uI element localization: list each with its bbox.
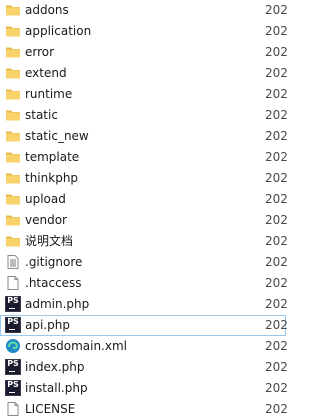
file-name: .htaccess	[25, 276, 82, 290]
file-date: 202	[265, 402, 288, 416]
file-name: template	[25, 150, 80, 164]
file-row[interactable]: static 202	[0, 105, 288, 126]
file-name: LICENSE	[25, 402, 76, 416]
file-date: 202	[265, 108, 288, 122]
file-date: 202	[265, 297, 288, 311]
file-row[interactable]: template 202	[0, 147, 288, 168]
phpstorm-file-icon: PS	[5, 380, 21, 396]
phpstorm-file-icon: PS	[5, 317, 21, 333]
folder-icon	[5, 149, 21, 165]
file-row[interactable]: application 202	[0, 21, 288, 42]
file-name: static	[25, 108, 58, 122]
edge-file-icon	[5, 338, 21, 354]
file-row[interactable]: PS api.php 202	[0, 315, 288, 336]
file-row[interactable]: upload 202	[0, 189, 288, 210]
file-date: 202	[265, 171, 288, 185]
folder-icon	[5, 170, 21, 186]
file-date: 202	[265, 381, 288, 395]
file-name: error	[25, 45, 55, 59]
file-row[interactable]: error 202	[0, 42, 288, 63]
blank-file-icon	[5, 275, 21, 291]
file-name: application	[25, 24, 92, 38]
file-name: vendor	[25, 213, 67, 227]
file-name: static_new	[25, 129, 89, 143]
file-date: 202	[265, 255, 288, 269]
file-row[interactable]: runtime 202	[0, 84, 288, 105]
file-row[interactable]: thinkphp 202	[0, 168, 288, 189]
file-row[interactable]: .htaccess 202	[0, 273, 288, 294]
file-name: runtime	[25, 87, 73, 101]
file-list: addons 202 application 202 error 202 extend 202…	[0, 0, 288, 420]
file-row[interactable]: PS index.php 202	[0, 357, 288, 378]
phpstorm-file-icon: PS	[5, 359, 21, 375]
file-date: 202	[265, 213, 288, 227]
file-row[interactable]: PS admin.php 202	[0, 294, 288, 315]
file-date: 202	[265, 192, 288, 206]
file-row[interactable]: addons 202	[0, 0, 288, 21]
folder-icon	[5, 23, 21, 39]
file-date: 202	[265, 129, 288, 143]
folder-icon	[5, 65, 21, 81]
file-row[interactable]: vendor 202	[0, 210, 288, 231]
file-row[interactable]: 说明文档 202	[0, 231, 288, 252]
file-date: 202	[265, 150, 288, 164]
folder-icon	[5, 86, 21, 102]
folder-icon	[5, 191, 21, 207]
text-file-icon	[5, 254, 21, 270]
file-name: install.php	[25, 381, 88, 395]
file-row[interactable]: .gitignore 202	[0, 252, 288, 273]
file-name: api.php	[25, 318, 70, 332]
file-row[interactable]: crossdomain.xml 202	[0, 336, 288, 357]
file-name: .gitignore	[25, 255, 83, 269]
folder-icon	[5, 44, 21, 60]
file-name: crossdomain.xml	[25, 339, 127, 353]
file-name: upload	[25, 192, 66, 206]
file-date: 202	[265, 339, 288, 353]
folder-icon	[5, 2, 21, 18]
file-row[interactable]: PS install.php 202	[0, 378, 288, 399]
file-date: 202	[265, 276, 288, 290]
file-row[interactable]: static_new 202	[0, 126, 288, 147]
folder-icon	[5, 128, 21, 144]
file-name: admin.php	[25, 297, 90, 311]
phpstorm-file-icon: PS	[5, 296, 21, 312]
file-date: 202	[265, 234, 288, 248]
file-date: 202	[265, 360, 288, 374]
file-date: 202	[265, 318, 288, 332]
folder-icon	[5, 233, 21, 249]
file-date: 202	[265, 3, 288, 17]
file-name: addons	[25, 3, 69, 17]
file-name: extend	[25, 66, 67, 80]
file-name: index.php	[25, 360, 85, 374]
file-date: 202	[265, 45, 288, 59]
file-row[interactable]: extend 202	[0, 63, 288, 84]
file-date: 202	[265, 24, 288, 38]
file-name: 说明文档	[25, 234, 74, 248]
folder-icon	[5, 107, 21, 123]
file-date: 202	[265, 66, 288, 80]
file-date: 202	[265, 87, 288, 101]
blank-file-icon	[5, 401, 21, 417]
file-name: thinkphp	[25, 171, 79, 185]
folder-icon	[5, 212, 21, 228]
